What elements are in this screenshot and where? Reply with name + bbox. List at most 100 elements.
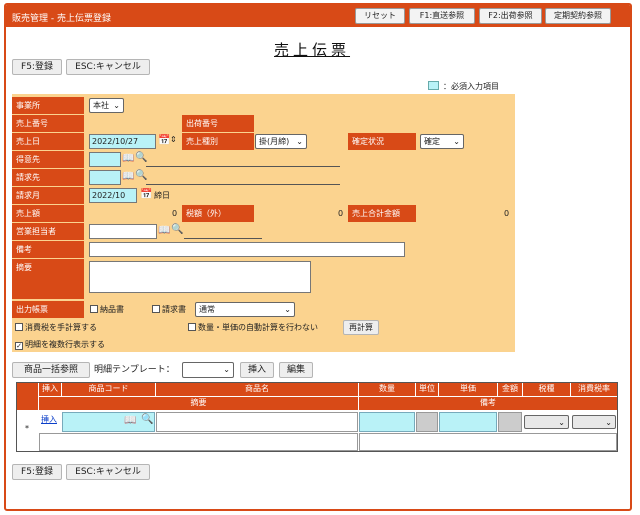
shipment-ref-button[interactable]: F2:出荷参照 (479, 8, 542, 24)
col-insert: 挿入 (39, 383, 61, 396)
col-tax-type: 税種 (523, 383, 570, 396)
billing-code-input[interactable] (89, 170, 121, 185)
col-product-code: 商品コード (62, 383, 155, 396)
chevron-down-icon: ⌄ (605, 418, 612, 427)
checkbox-icon[interactable] (152, 305, 160, 313)
sales-amount-value: 0 (172, 209, 178, 218)
qty-input[interactable] (359, 412, 415, 432)
grid-corner (17, 383, 38, 410)
staff-code-input[interactable] (89, 224, 157, 239)
manual-tax-checkbox[interactable]: 消費税を手計算する (15, 319, 97, 336)
shipping-no-label: 出荷番号 (182, 115, 254, 132)
search-icon[interactable]: 🔍 (141, 414, 153, 426)
col-price: 単価 (439, 383, 497, 396)
billing-month-input[interactable]: 2022/10 (89, 188, 137, 203)
chevron-down-icon: ⌄ (284, 305, 291, 314)
book-icon[interactable]: 📖 (158, 225, 170, 237)
summary-label: 摘要 (12, 259, 84, 299)
col-product-name: 商品名 (156, 383, 358, 396)
billing-name-line (146, 184, 340, 185)
col-amount: 金額 (498, 383, 522, 396)
price-input[interactable] (439, 412, 497, 432)
title-bar: 販売管理 - 売上伝票登録 リセット F1:直送参照 F2:出荷参照 定期契約参… (6, 5, 630, 27)
invoice-checkbox[interactable]: 請求書 (152, 301, 186, 318)
delivery-note-checkbox[interactable]: 納品書 (90, 301, 124, 318)
office-select[interactable]: 本社 ⌄ (89, 98, 124, 113)
cancel-button-bottom[interactable]: ESC:キャンセル (66, 464, 150, 480)
row-insert-link[interactable]: 挿入 (41, 411, 57, 428)
tax-rate-select[interactable]: ⌄ (572, 415, 616, 429)
total-value: 0 (504, 209, 510, 218)
recalc-button[interactable]: 再計算 (343, 320, 379, 335)
edit-button[interactable]: 編集 (279, 362, 313, 378)
contract-ref-button[interactable]: 定期契約参照 (545, 8, 611, 24)
row-remarks-input[interactable] (359, 433, 617, 451)
main-window: 販売管理 - 売上伝票登録 リセット F1:直送参照 F2:出荷参照 定期契約参… (4, 3, 632, 511)
bulk-product-ref-button[interactable]: 商品一括参照 (12, 362, 90, 378)
sales-type-label: 売上種別 (182, 133, 254, 150)
closing-day-text: 締日 (154, 191, 170, 200)
legend-text: ：必須入力項目 (443, 82, 499, 91)
checkbox-checked-icon[interactable]: ✓ (15, 342, 23, 350)
col-tax-rate: 消費税率 (571, 383, 617, 396)
tax-value: 0 (338, 209, 344, 218)
col-summary: 摘要 (39, 397, 358, 410)
summary-textarea[interactable] (89, 261, 311, 293)
sales-no-label: 売上番号 (12, 115, 84, 132)
status-select[interactable]: 確定 ⌄ (420, 134, 464, 149)
staff-name-line (184, 238, 262, 239)
customer-code-input[interactable] (89, 152, 121, 167)
checkbox-icon[interactable] (188, 323, 196, 331)
search-icon[interactable]: 🔍 (135, 170, 147, 182)
billing-label: 請求先 (12, 169, 84, 186)
checkbox-icon[interactable] (90, 305, 98, 313)
cancel-button[interactable]: ESC:キャンセル (66, 59, 150, 75)
direct-ref-button[interactable]: F1:直送参照 (409, 8, 475, 24)
output-select[interactable]: 通常 ⌄ (195, 302, 295, 317)
checkbox-icon[interactable] (15, 323, 23, 331)
book-icon[interactable]: 📖 (122, 153, 134, 165)
customer-name-line (146, 166, 340, 167)
search-icon[interactable]: 🔍 (135, 152, 147, 164)
tax-type-select[interactable]: ⌄ (524, 415, 569, 429)
row-summary-input[interactable] (39, 433, 358, 451)
window-title: 販売管理 - 売上伝票登録 (12, 14, 111, 24)
insert-button[interactable]: 挿入 (240, 362, 274, 378)
chevron-down-icon: ⌄ (113, 101, 120, 110)
required-swatch (428, 81, 439, 90)
book-icon[interactable]: 📖 (124, 415, 136, 427)
book-icon[interactable]: 📖 (122, 171, 134, 183)
reset-button[interactable]: リセット (355, 8, 405, 24)
chevron-down-icon: ⌄ (223, 365, 230, 374)
page-title: 売上伝票 (274, 41, 351, 59)
template-label: 明細テンプレート： (94, 365, 175, 375)
col-remarks: 備考 (359, 397, 617, 410)
product-name-input[interactable] (156, 412, 358, 432)
new-row-marker: * (25, 424, 29, 433)
chevron-down-icon: ⌄ (453, 137, 460, 146)
tax-label: 税額（外） (182, 205, 254, 222)
status-label: 確定状況 (348, 133, 416, 150)
spinner-icon[interactable]: ⇕ (170, 134, 177, 146)
sales-amount-label: 売上額 (12, 205, 84, 222)
remarks-input[interactable] (89, 242, 405, 257)
chevron-down-icon: ⌄ (558, 418, 565, 427)
col-qty: 数量 (359, 383, 415, 396)
search-icon[interactable]: 🔍 (171, 224, 183, 236)
template-select[interactable]: ⌄ (182, 362, 234, 378)
no-auto-calc-checkbox[interactable]: 数量・単価の自動計算を行わない (188, 319, 318, 336)
unit-cell (416, 412, 438, 432)
amount-cell (498, 412, 522, 432)
sales-date-input[interactable]: 2022/10/27 (89, 134, 156, 149)
save-button-bottom[interactable]: F5:登録 (12, 464, 62, 480)
total-label: 売上合計金額 (348, 205, 416, 222)
output-label: 出力帳票 (12, 301, 84, 318)
save-button[interactable]: F5:登録 (12, 59, 62, 75)
header-form: 事業所 本社 ⌄ 売上番号 出荷番号 売上日 2022/10/27 📅 ⇕ 売上種… (12, 94, 515, 352)
sales-date-label: 売上日 (12, 133, 84, 150)
calendar-icon[interactable]: 📅 (158, 135, 170, 147)
multi-line-checkbox[interactable]: ✓ 明細を複数行表示する (15, 336, 105, 353)
chevron-down-icon: ⌄ (296, 137, 303, 146)
calendar-icon[interactable]: 📅 (140, 189, 152, 201)
sales-type-select[interactable]: 掛(月締) ⌄ (255, 134, 307, 149)
